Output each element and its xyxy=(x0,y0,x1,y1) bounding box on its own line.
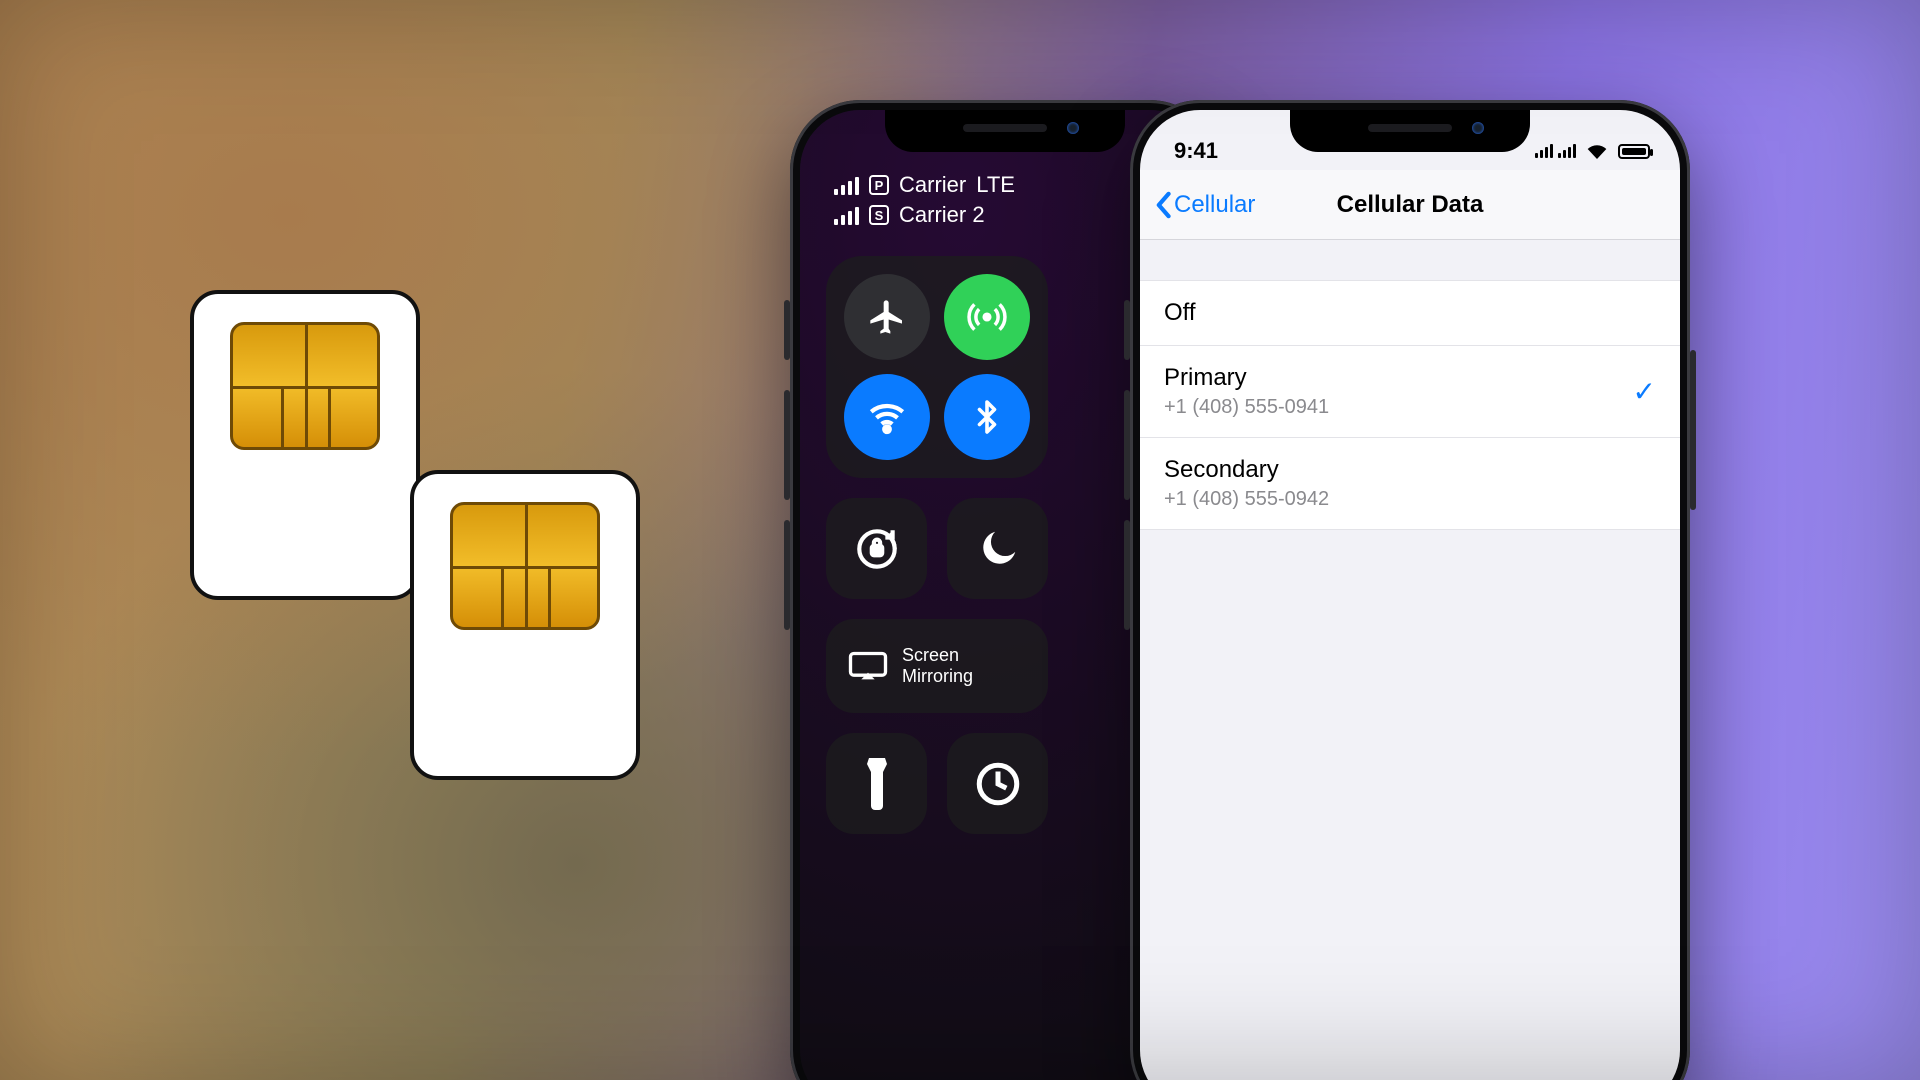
row-off[interactable]: Off xyxy=(1140,281,1680,346)
airplane-mode-toggle[interactable] xyxy=(844,274,930,360)
hero-stage: P Carrier LTE S Carrier 2 xyxy=(0,0,1920,1080)
clock-label: 9:41 xyxy=(1174,138,1218,164)
signal-bars-icon xyxy=(834,205,859,225)
sim-card-icon xyxy=(190,290,420,600)
row-primary-label: Primary xyxy=(1164,364,1329,392)
row-off-label: Off xyxy=(1164,299,1196,327)
nav-bar: Cellular Cellular Data xyxy=(1140,170,1680,240)
connectivity-tile[interactable] xyxy=(826,256,1048,478)
row-primary-number: +1 (408) 555-0941 xyxy=(1164,396,1329,419)
settings-screen: 9:41 Cellular xyxy=(1140,110,1680,1080)
bluetooth-toggle[interactable] xyxy=(944,374,1030,460)
rotation-lock-toggle[interactable] xyxy=(826,498,927,599)
network-type-label: LTE xyxy=(976,172,1015,198)
do-not-disturb-toggle[interactable] xyxy=(947,498,1048,599)
hero-layer: P Carrier LTE S Carrier 2 xyxy=(0,0,1920,1080)
row-secondary[interactable]: Secondary +1 (408) 555-0942 xyxy=(1140,438,1680,529)
flashlight-button[interactable] xyxy=(826,733,927,834)
back-label: Cellular xyxy=(1174,191,1255,219)
dual-signal-icon xyxy=(1535,144,1576,158)
wifi-icon xyxy=(1586,143,1608,159)
row-secondary-label: Secondary xyxy=(1164,456,1329,484)
cellular-data-list: Off Primary +1 (408) 555-0941 ✓ Secondar… xyxy=(1140,280,1680,530)
sim-card-icon xyxy=(410,470,640,780)
timer-button[interactable] xyxy=(947,733,1048,834)
battery-icon xyxy=(1618,144,1650,159)
device-notch xyxy=(1290,110,1530,152)
device-notch xyxy=(885,110,1125,152)
phone-settings: 9:41 Cellular xyxy=(1130,100,1690,1080)
carrier-2-label: Carrier 2 xyxy=(899,202,985,228)
row-primary[interactable]: Primary +1 (408) 555-0941 ✓ xyxy=(1140,346,1680,438)
screen-mirroring-label: Screen Mirroring xyxy=(902,645,973,686)
signal-bars-icon xyxy=(834,175,859,195)
checkmark-icon: ✓ xyxy=(1633,375,1656,408)
sim-primary-badge: P xyxy=(869,175,889,195)
back-button[interactable]: Cellular xyxy=(1140,191,1255,219)
screen-mirroring-button[interactable]: Screen Mirroring xyxy=(826,619,1048,713)
cellular-data-toggle[interactable] xyxy=(944,274,1030,360)
sim-secondary-badge: S xyxy=(869,205,889,225)
carrier-1-label: Carrier xyxy=(899,172,966,198)
row-secondary-number: +1 (408) 555-0942 xyxy=(1164,488,1329,511)
wifi-toggle[interactable] xyxy=(844,374,930,460)
